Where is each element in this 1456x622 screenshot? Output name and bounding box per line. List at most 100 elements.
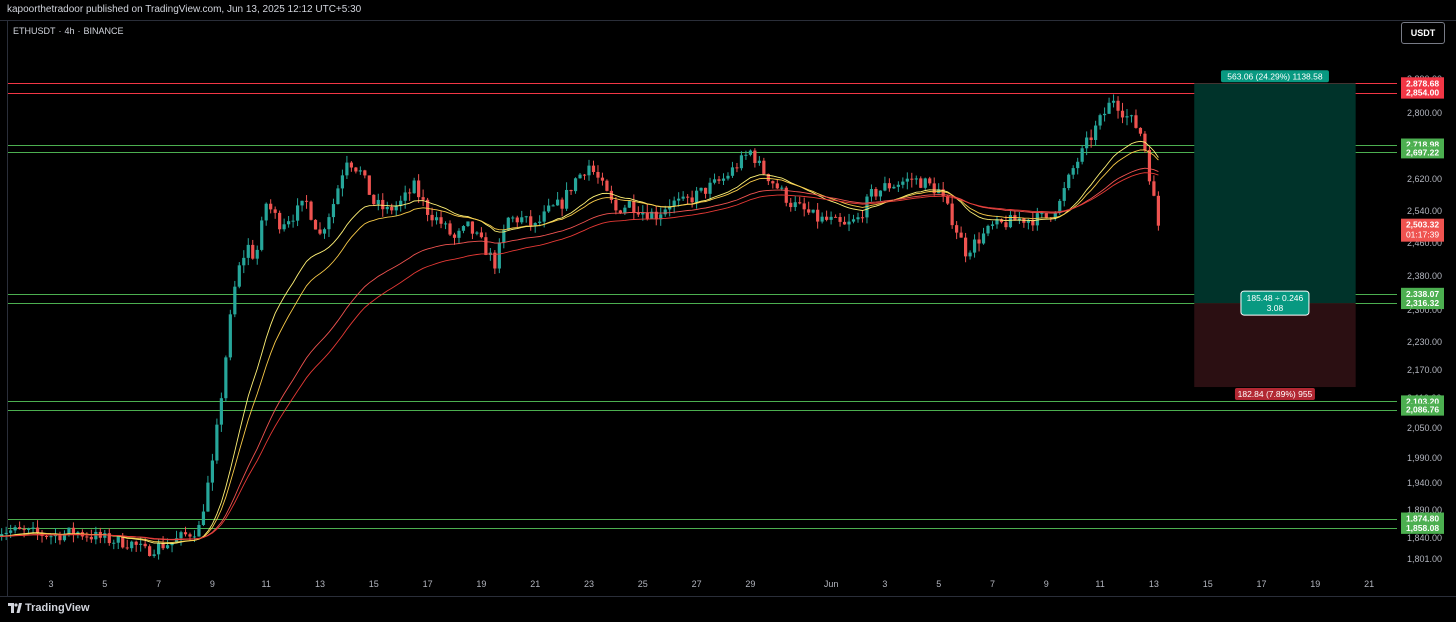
candle-body[interactable] <box>157 542 161 555</box>
candle-body[interactable] <box>721 178 726 181</box>
candle-body[interactable] <box>143 543 147 547</box>
candle-body[interactable] <box>1116 100 1120 111</box>
candle-body[interactable] <box>1098 115 1102 126</box>
candle-body[interactable] <box>322 229 327 234</box>
candle-body[interactable] <box>273 209 277 213</box>
candle-body[interactable] <box>1094 125 1098 141</box>
candle-body[interactable] <box>269 203 273 210</box>
candle-body[interactable] <box>775 183 779 189</box>
candle-body[interactable] <box>188 534 192 537</box>
candle-body[interactable] <box>44 536 49 538</box>
candle-body[interactable] <box>403 192 407 201</box>
candle-body[interactable] <box>896 184 900 187</box>
candle-body[interactable] <box>201 511 206 525</box>
candle-body[interactable] <box>9 530 13 533</box>
candle-body[interactable] <box>291 220 295 222</box>
candle-body[interactable] <box>318 229 322 234</box>
candle-body[interactable] <box>990 224 995 226</box>
candle-body[interactable] <box>883 183 887 191</box>
candle-body[interactable] <box>816 209 820 222</box>
candle-body[interactable] <box>551 205 555 207</box>
candle-body[interactable] <box>578 174 582 179</box>
candle-body[interactable] <box>1107 102 1111 114</box>
candle-body[interactable] <box>905 178 909 182</box>
candle-body[interactable] <box>439 217 443 224</box>
candle-body[interactable] <box>1062 188 1066 201</box>
candle-body[interactable] <box>1138 127 1143 134</box>
candle-body[interactable] <box>901 181 905 185</box>
candle-body[interactable] <box>421 197 425 200</box>
candle-body[interactable] <box>1156 195 1160 226</box>
candle-body[interactable] <box>964 237 968 257</box>
candle-body[interactable] <box>686 196 690 198</box>
candle-body[interactable] <box>780 187 784 189</box>
candle-body[interactable] <box>506 217 510 231</box>
candle-body[interactable] <box>1008 215 1013 228</box>
candle-body[interactable] <box>955 225 959 233</box>
candle-body[interactable] <box>1085 137 1089 149</box>
candle-body[interactable] <box>847 221 851 225</box>
candle-body[interactable] <box>13 527 17 531</box>
candle-body[interactable] <box>547 205 551 212</box>
candle-body[interactable] <box>22 529 26 531</box>
candle-body[interactable] <box>910 178 914 180</box>
candle-body[interactable] <box>295 205 300 221</box>
candle-body[interactable] <box>479 232 483 238</box>
candle-body[interactable] <box>372 194 376 205</box>
candle-body[interactable] <box>708 182 712 194</box>
candle-body[interactable] <box>49 536 53 538</box>
candle-body[interactable] <box>757 160 761 163</box>
candle-body[interactable] <box>125 547 129 549</box>
candle-body[interactable] <box>793 202 797 208</box>
candle-body[interactable] <box>887 183 891 189</box>
candle-body[interactable] <box>977 239 981 244</box>
candle-body[interactable] <box>762 160 766 174</box>
candle-body[interactable] <box>874 189 878 197</box>
candle-body[interactable] <box>928 178 932 184</box>
currency-button[interactable]: USDT <box>1401 22 1445 44</box>
candle-body[interactable] <box>358 170 362 172</box>
candle-body[interactable] <box>605 180 609 191</box>
candle-body[interactable] <box>744 154 748 156</box>
candle-body[interactable] <box>672 200 676 207</box>
candle-body[interactable] <box>287 221 291 225</box>
candle-body[interactable] <box>112 542 116 544</box>
candle-body[interactable] <box>417 180 421 198</box>
candle-body[interactable] <box>1089 137 1093 141</box>
candle-body[interactable] <box>1120 110 1125 118</box>
candle-body[interactable] <box>148 546 152 556</box>
long-target-zone[interactable] <box>1194 83 1356 304</box>
candle-body[interactable] <box>829 216 833 220</box>
candle-body[interactable] <box>210 460 214 483</box>
candle-body[interactable] <box>309 201 313 220</box>
candle-body[interactable] <box>327 217 331 230</box>
candle-body[interactable] <box>677 198 681 201</box>
candle-body[interactable] <box>408 192 412 194</box>
candle-body[interactable] <box>336 188 340 205</box>
candle-body[interactable] <box>35 527 40 533</box>
candle-body[interactable] <box>851 219 856 222</box>
candle-body[interactable] <box>1152 181 1156 196</box>
candle-body[interactable] <box>919 178 923 188</box>
candle-body[interactable] <box>264 203 268 221</box>
candle-body[interactable] <box>878 190 883 197</box>
candle-body[interactable] <box>1147 149 1152 182</box>
candle-body[interactable] <box>345 162 349 176</box>
candle-body[interactable] <box>560 199 564 209</box>
candle-body[interactable] <box>524 216 528 218</box>
candle-body[interactable] <box>538 221 542 223</box>
candle-body[interactable] <box>67 527 71 534</box>
candle-body[interactable] <box>255 249 259 259</box>
candle-body[interactable] <box>596 171 600 178</box>
candle-body[interactable] <box>475 232 479 234</box>
candle-body[interactable] <box>443 223 448 225</box>
candle-body[interactable] <box>802 203 806 210</box>
candle-body[interactable] <box>484 237 488 255</box>
candle-body[interactable] <box>1076 161 1080 169</box>
candle-body[interactable] <box>609 190 614 200</box>
candle-body[interactable] <box>1071 168 1075 175</box>
candle-body[interactable] <box>564 189 569 209</box>
candle-body[interactable] <box>1080 148 1084 162</box>
candle-body[interactable] <box>573 178 578 192</box>
candle-body[interactable] <box>233 286 237 315</box>
